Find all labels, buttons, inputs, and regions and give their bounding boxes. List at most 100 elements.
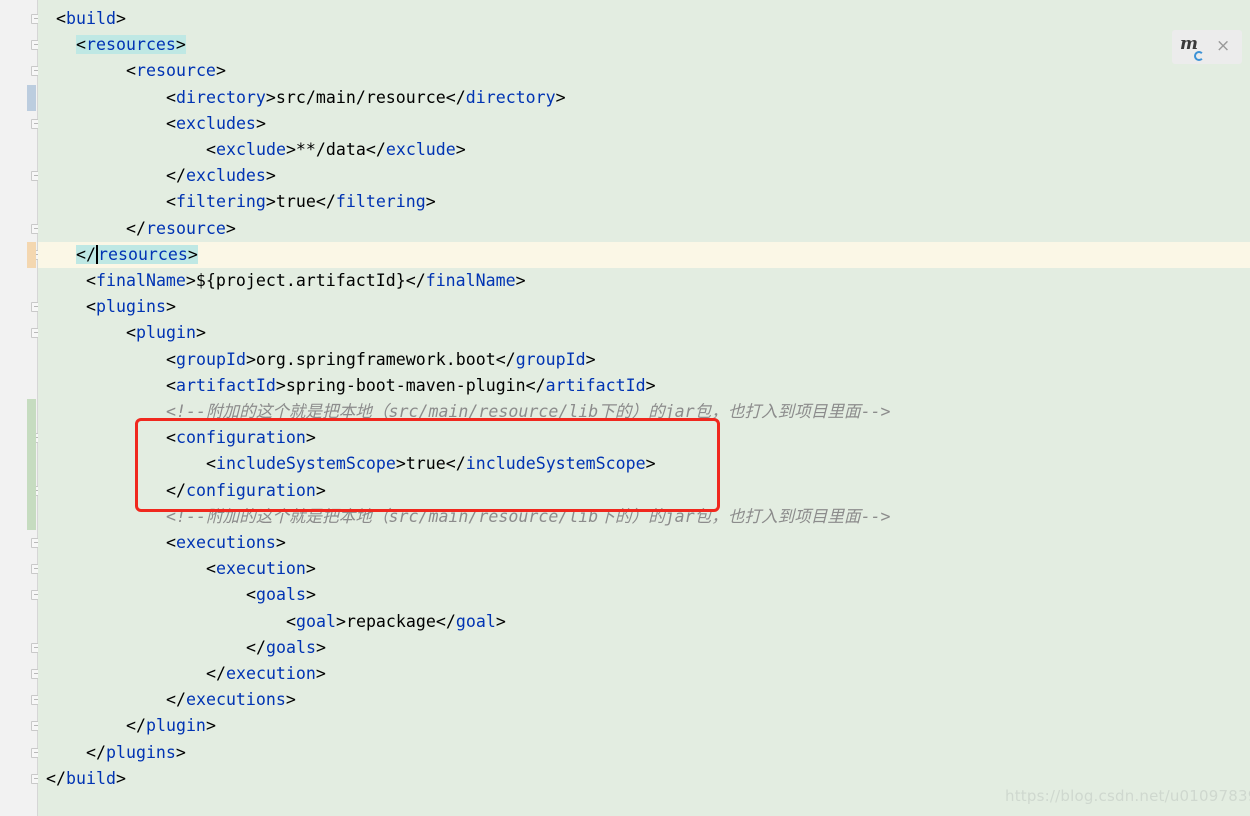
code-line[interactable]: <goals> — [38, 582, 1250, 608]
xml-token: < — [166, 113, 176, 133]
xml-token: > — [455, 140, 466, 159]
xml-tag-name: resource — [145, 218, 226, 238]
code-line[interactable]: <resources> — [38, 32, 1250, 58]
code-text: <execution> — [206, 556, 316, 582]
code-line[interactable]: </resource> — [38, 216, 1250, 242]
xml-token: < — [126, 323, 136, 343]
xml-token: </ — [126, 716, 146, 736]
xml-token: > — [305, 559, 316, 579]
code-line[interactable]: <resource> — [38, 58, 1250, 84]
vcs-change-marker[interactable] — [27, 425, 36, 452]
code-line[interactable]: <exclude>**/data</exclude> — [38, 137, 1250, 163]
xml-token: < — [166, 533, 176, 552]
xml-token: < — [166, 349, 176, 369]
xml-tag-name: executions — [176, 533, 276, 552]
code-editor[interactable]: <build> <resources> <resource> <directory>s… — [38, 0, 1250, 816]
xml-token: > — [175, 35, 186, 55]
vcs-change-marker[interactable] — [27, 477, 36, 504]
xml-token: > — [195, 323, 206, 343]
xml-token: >${project.artifactId}</ — [185, 271, 426, 290]
watermark: https://blog.csdn.net/u010978399 — [1005, 787, 1250, 805]
code-text: <resource> — [126, 58, 226, 84]
code-line[interactable]: </executions> — [38, 687, 1250, 713]
vcs-change-marker[interactable] — [27, 503, 36, 530]
xml-tag-name: resources — [86, 35, 176, 55]
xml-token: > — [215, 61, 226, 81]
xml-tag-name: finalName — [96, 271, 186, 290]
code-line[interactable]: <goal>repackage</goal> — [38, 609, 1250, 635]
maven-icon[interactable]: m — [1180, 36, 1204, 61]
close-icon[interactable]: × — [1216, 37, 1230, 55]
xml-token: </ — [86, 742, 106, 762]
code-line[interactable]: </resources> — [38, 241, 1250, 268]
code-line[interactable]: <plugins> — [38, 294, 1250, 320]
xml-tag-name: goals — [265, 637, 316, 657]
xml-token: < — [86, 271, 96, 290]
code-line[interactable]: <finalName>${project.artifactId}</finalN… — [38, 268, 1250, 294]
xml-token: </ — [166, 690, 186, 710]
editor-gutter — [0, 0, 41, 816]
vcs-change-marker[interactable] — [27, 451, 36, 478]
xml-token: >true</ — [265, 192, 336, 212]
code-text: </execution> — [206, 661, 326, 687]
xml-token: < — [246, 585, 256, 605]
xml-tag-name: filtering — [335, 192, 426, 212]
xml-token: > — [425, 192, 436, 212]
code-line[interactable]: </plugin> — [38, 713, 1250, 739]
code-text: <filtering>true</filtering> — [166, 189, 436, 215]
code-line[interactable]: <artifactId>spring-boot-maven-plugin</ar… — [38, 373, 1250, 399]
xml-token: > — [515, 271, 526, 290]
code-line[interactable]: </plugins> — [38, 740, 1250, 766]
maven-reload-popup: m × — [1172, 30, 1242, 64]
xml-token: </ — [46, 768, 66, 788]
xml-token: >src/main/resource</ — [265, 87, 466, 107]
code-text: <plugin> — [126, 320, 206, 346]
code-text: </goals> — [246, 635, 326, 661]
code-text: <goals> — [246, 582, 316, 608]
matched-tag-highlight: <resources> — [76, 35, 186, 55]
xml-tag-name: plugin — [136, 323, 196, 343]
xml-token: </ — [126, 218, 146, 238]
xml-tag-name: goal — [455, 611, 496, 631]
code-line[interactable]: </excludes> — [38, 163, 1250, 189]
xml-tag-name: resources — [97, 244, 188, 264]
xml-token: > — [555, 87, 566, 107]
code-text: <artifactId>spring-boot-maven-plugin</ar… — [166, 373, 656, 399]
code-text: </resources> — [76, 242, 198, 268]
xml-tag-name: build — [66, 9, 116, 28]
xml-token: > — [585, 349, 596, 369]
code-line[interactable]: <execution> — [38, 556, 1250, 582]
xml-token: > — [115, 768, 126, 788]
xml-token: > — [305, 585, 316, 605]
xml-token: >**/data</ — [285, 140, 386, 159]
code-line[interactable]: <build> — [38, 6, 1250, 32]
code-text: <executions> — [166, 530, 286, 556]
code-text: </plugin> — [126, 713, 216, 739]
code-text: <resources> — [76, 32, 186, 58]
xml-token: > — [175, 742, 186, 762]
code-line[interactable]: <groupId>org.springframework.boot</group… — [38, 347, 1250, 373]
xml-tag-name: filtering — [176, 192, 266, 212]
xml-tag-name: excludes — [176, 113, 256, 133]
xml-tag-name: finalName — [425, 271, 516, 290]
vcs-change-marker[interactable] — [27, 84, 36, 111]
code-line[interactable]: </goals> — [38, 635, 1250, 661]
code-text: <goal>repackage</goal> — [286, 609, 506, 635]
vcs-change-marker[interactable] — [27, 399, 36, 426]
xml-token: > — [645, 375, 656, 395]
xml-token: </ — [166, 166, 186, 186]
xml-tag-name: build — [65, 768, 116, 788]
code-line[interactable]: <directory>src/main/resource</directory> — [38, 85, 1250, 111]
code-line[interactable]: </execution> — [38, 661, 1250, 687]
code-line[interactable]: <plugin> — [38, 320, 1250, 346]
xml-token: < — [126, 61, 136, 81]
refresh-icon — [1194, 51, 1204, 61]
code-text: </resource> — [126, 216, 236, 242]
xml-token: < — [166, 87, 176, 107]
code-line[interactable]: <executions> — [38, 530, 1250, 556]
vcs-change-marker[interactable] — [27, 241, 36, 268]
code-line[interactable]: <filtering>true</filtering> — [38, 189, 1250, 215]
code-line[interactable]: <excludes> — [38, 111, 1250, 137]
xml-token: > — [275, 533, 286, 552]
xml-tag-name: directory — [176, 87, 266, 107]
